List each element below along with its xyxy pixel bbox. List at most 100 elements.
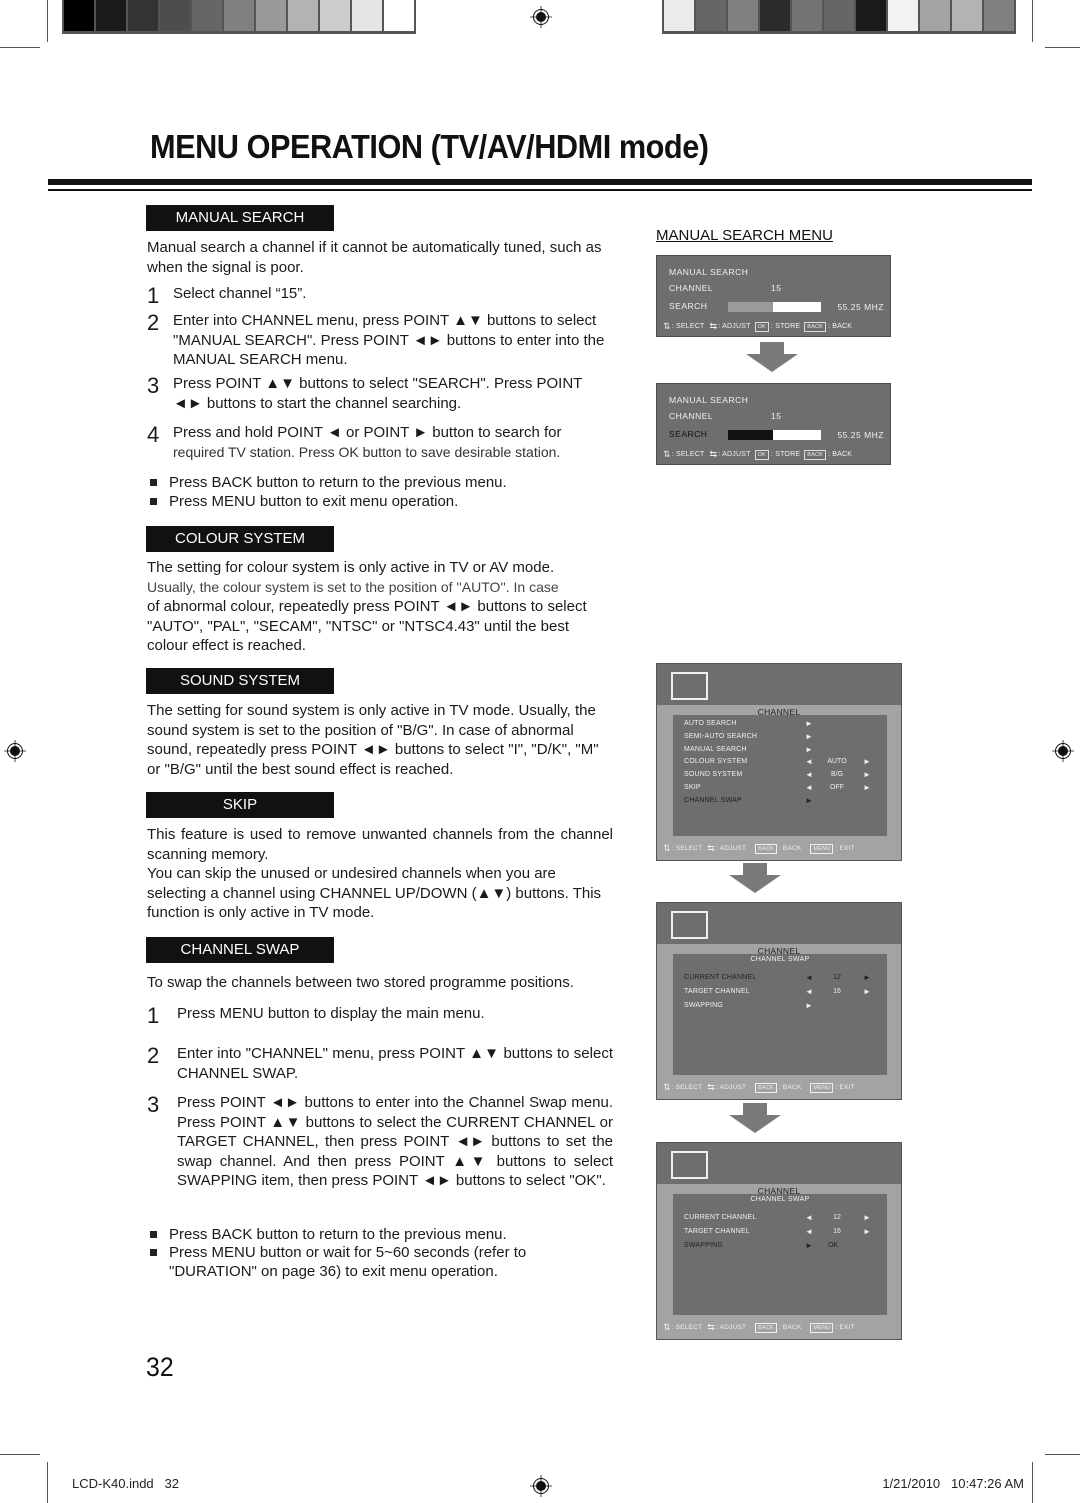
- bullet-square-icon: [150, 479, 157, 486]
- left-right-arrows-icon: ⇆: [707, 1082, 715, 1092]
- crop-mark: [0, 1454, 40, 1455]
- color-swatch: [792, 0, 822, 31]
- sound-system-text: The setting for sound system is only act…: [147, 702, 599, 778]
- skip-text-1: This feature is used to remove unwanted …: [147, 826, 613, 863]
- menu-category-icon: [671, 911, 708, 939]
- arrow-right-icon: ►: [805, 719, 813, 728]
- crop-mark: [1032, 1462, 1033, 1503]
- color-swatch: [224, 0, 254, 31]
- legend-select: : SELECT: [671, 1324, 703, 1331]
- manual-search-osd-1: MANUAL SEARCH CHANNEL 15 SEARCH 55.25 MH…: [656, 255, 891, 337]
- search-progress-fill: [728, 302, 773, 312]
- section-header-sound-system: SOUND SYSTEM: [146, 668, 334, 694]
- step-text: Enter into CHANNEL menu, press POINT ▲▼ …: [173, 312, 605, 368]
- osd-key-legend: ⇅ : SELECT ⇆ : ADJUST BACK : BACK MENU :…: [663, 1322, 855, 1333]
- registration-mark-left-icon: [4, 740, 26, 762]
- channel-swap-step-1: 1 Press MENU button to display the main …: [147, 1004, 613, 1028]
- menu-item-value: 12: [833, 1214, 841, 1221]
- colour-system-text: The setting for colour system is only ac…: [147, 558, 613, 656]
- manual-search-osd-2: MANUAL SEARCH CHANNEL 15 SEARCH 55.25 MH…: [656, 383, 891, 465]
- legend-select: : SELECT: [671, 451, 705, 458]
- arrow-right-icon: ►: [863, 770, 871, 780]
- color-swatch: [64, 0, 94, 31]
- legend-adjust: : ADJUST: [716, 1324, 747, 1331]
- legend-back: : BACK: [827, 451, 853, 458]
- color-swatch: [352, 0, 382, 31]
- step-text: Press and hold POINT ◄ or POINT ► button…: [173, 423, 613, 462]
- channel-swap-step-2: 2 Enter into "CHANNEL" menu, press POINT…: [147, 1044, 613, 1083]
- title-divider-thick: [48, 179, 1032, 185]
- back-key-icon: BACK: [804, 321, 826, 332]
- registration-mark-right-icon: [1052, 740, 1074, 762]
- crop-mark: [1032, 0, 1033, 42]
- arrow-right-icon: ►: [863, 973, 871, 982]
- menu-item-label: SKIP: [684, 784, 701, 791]
- legend-exit: : EXIT: [835, 845, 855, 852]
- step-text: Press POINT ▲▼ buttons to select "SEARCH…: [173, 375, 583, 412]
- step-text: Press POINT ◄► buttons to enter into the…: [177, 1094, 613, 1189]
- manual-search-step-2: 2 Enter into CHANNEL menu, press POINT ▲…: [147, 311, 613, 370]
- crop-mark: [1045, 47, 1080, 48]
- osd-key-legend: ⇅ : SELECT ⇆ : ADJUST BACK : BACK MENU :…: [663, 1082, 855, 1093]
- color-swatch: [256, 0, 286, 31]
- note-text: Press MENU button to exit menu operation…: [169, 493, 459, 510]
- crop-mark: [1045, 1454, 1080, 1455]
- step-text-main: Press and hold POINT ◄ or POINT ► button…: [173, 424, 562, 441]
- manual-search-menu-caption: MANUAL SEARCH MENU: [656, 227, 833, 244]
- osd-subtitle: CHANNEL SWAP: [750, 1196, 810, 1203]
- legend-adjust: : ADJUST: [716, 1084, 747, 1091]
- step-text-secondary: required TV station. Press OK button to …: [173, 443, 561, 460]
- color-swatch: [728, 0, 758, 31]
- menu-item-label: SWAPPING: [684, 1002, 724, 1009]
- channel-swap-osd-1: CHANNEL CHANNEL SWAP CURRENT CHANNEL ◄ 12 ►…: [656, 902, 902, 1100]
- osd-channel-value: 15: [771, 283, 782, 293]
- flow-down-arrow-icon: [729, 863, 781, 893]
- bullet-square-icon: [150, 498, 157, 505]
- arrow-right-icon: ►: [805, 731, 813, 741]
- manual-search-note-1: Press BACK button to return to the previ…: [150, 473, 610, 492]
- osd-key-legend: ⇅ : SELECT ⇆ : ADJUST OK : STORE BACK : …: [663, 449, 852, 460]
- up-down-arrows-icon: ⇅: [663, 843, 671, 853]
- note-text: Press BACK button to return to the previ…: [169, 1226, 507, 1243]
- menu-key-icon: MENU: [810, 1322, 834, 1333]
- arrow-left-icon: ◄: [805, 1213, 813, 1222]
- legend-select: : SELECT: [671, 323, 705, 330]
- channel-menu-osd: CHANNEL AUTO SEARCH ► SEMI-AUTO SEARCH ► MAN…: [656, 663, 902, 861]
- page-number: 32: [146, 1352, 174, 1382]
- osd-search-label: SEARCH: [669, 301, 708, 311]
- menu-item-label: MANUAL SEARCH: [684, 745, 747, 753]
- legend-back: : BACK: [778, 1324, 802, 1331]
- legend-select: : SELECT: [671, 845, 703, 852]
- bullet-square-icon: [150, 1249, 157, 1256]
- manual-search-step-3: 3 Press POINT ▲▼ buttons to select "SEAR…: [147, 374, 613, 413]
- osd-frequency: 55.25 MHZ: [837, 430, 884, 440]
- menu-item-label: TARGET CHANNEL: [684, 1228, 750, 1235]
- registration-mark-bottom-icon: [530, 1475, 552, 1497]
- manual-search-step-4: 4 Press and hold POINT ◄ or POINT ► butt…: [147, 423, 613, 462]
- arrow-left-icon: ◄: [805, 973, 813, 982]
- manual-search-step-1: 1 Select channel “15”.: [147, 284, 613, 308]
- color-swatch: [664, 0, 694, 31]
- legend-exit: : EXIT: [835, 1324, 855, 1331]
- up-down-arrows-icon: ⇅: [663, 1322, 671, 1332]
- legend-exit: : EXIT: [835, 1084, 855, 1091]
- colour-system-rest: of abnormal colour, repeatedly press POI…: [147, 598, 587, 654]
- flow-down-arrow-icon: [746, 342, 798, 372]
- menu-item-value: B/G: [830, 771, 844, 779]
- osd-channel-value: 15: [771, 411, 782, 421]
- ok-key-icon: OK: [754, 321, 769, 332]
- menu-item-label: SOUND SYSTEM: [684, 771, 743, 779]
- legend-store: : STORE: [770, 323, 801, 330]
- section-header-channel-swap: CHANNEL SWAP: [146, 937, 334, 963]
- legend-adjust: : ADJUST: [718, 451, 751, 458]
- manual-search-intro: Manual search a channel if it cannot be …: [147, 239, 602, 276]
- up-down-arrows-icon: ⇅: [663, 321, 671, 331]
- colour-system-line-1: The setting for colour system is only ac…: [147, 559, 555, 576]
- channel-swap-osd-2: CHANNEL CHANNEL SWAP CURRENT CHANNEL ◄ 12 ►…: [656, 1142, 902, 1340]
- osd-frequency: 55.25 MHZ: [837, 302, 884, 312]
- legend-store: : STORE: [770, 451, 801, 458]
- crop-mark: [47, 0, 48, 42]
- flow-down-arrow-icon: [729, 1103, 781, 1133]
- section-header-manual-search: MANUAL SEARCH: [146, 205, 334, 231]
- step-number: 2: [147, 310, 160, 335]
